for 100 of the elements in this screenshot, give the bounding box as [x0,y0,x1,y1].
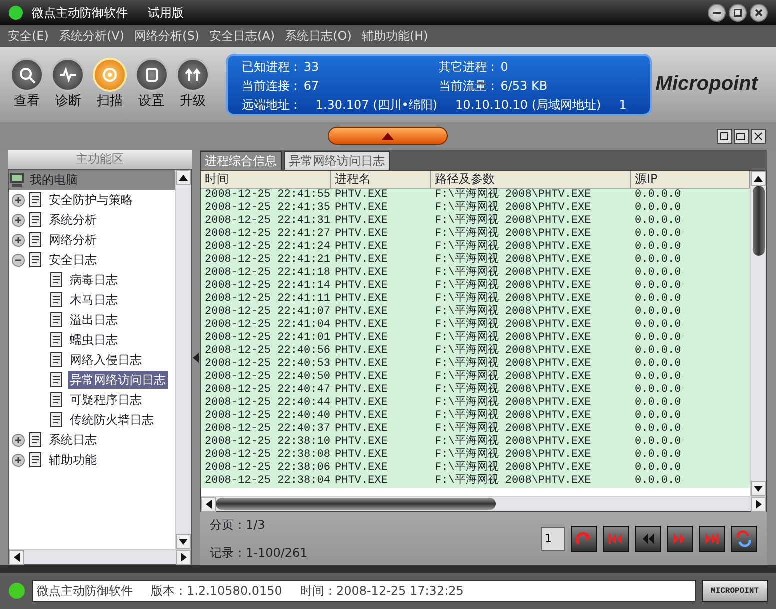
tree-item[interactable]: 异常网络访问日志 [68,371,168,389]
first-page-button[interactable] [603,526,629,552]
tree-item[interactable]: 溢出日志 [68,311,120,329]
table-cell-text: F:\平海网视 2008\PHTV.EXE [434,306,592,318]
table-cell-text: PHTV.EXE [334,371,389,384]
table-cell-text: 2008-12-25 22:41:04 [204,319,331,332]
table-cell-text: F:\平海网视 2008\PHTV.EXE [434,189,592,201]
document-icon [49,352,65,368]
column-header[interactable]: 路径及参数 [431,171,631,188]
field-value: 1.30.107 (四川•绵阳) [316,96,438,114]
table-cell-text: 0.0.0.0 [634,475,682,488]
window-title: 微点主动防御软件 [32,4,128,22]
document-icon [28,212,44,228]
table-cell-text: PHTV.EXE [334,319,389,332]
table-cell-text: 2008-12-25 22:38:10 [204,436,331,449]
table-cell-text: PHTV.EXE [334,462,389,475]
close-panel-button[interactable] [751,128,766,144]
collapse-handle[interactable] [328,127,448,145]
field-label: 已知进程 : [242,58,298,76]
table-cell-text: 0.0.0.0 [634,462,682,475]
table-cell-text: PHTV.EXE [334,189,389,202]
table-cell-text: F:\平海网视 2008\PHTV.EXE [434,215,592,227]
horizontal-scrollbar[interactable] [9,549,191,564]
tree-item[interactable]: 安全防护与策略 [47,191,135,209]
expand-toggle[interactable] [12,234,25,246]
expand-toggle[interactable] [12,434,25,446]
next-page-button[interactable] [667,526,693,552]
table-cell-text: 0.0.0.0 [634,332,682,345]
table-cell-text: F:\平海网视 2008\PHTV.EXE [434,332,592,344]
tree-item[interactable]: 可疑程序日志 [68,391,144,409]
menu-item[interactable]: 安全日志(A) [206,27,280,45]
record-count: 记录：1-100/261 [210,544,308,562]
table-cell-text: 0.0.0.0 [634,241,682,254]
menu-item[interactable]: 系统分析(V) [54,27,129,45]
table-cell-text: F:\平海网视 2008\PHTV.EXE [434,397,592,409]
maximize-button[interactable] [729,4,747,22]
table-cell-text: PHTV.EXE [334,436,389,449]
tree-item[interactable]: 传统防火墙日志 [68,411,156,429]
vertical-scrollbar[interactable] [175,170,191,549]
maximize-icon [734,8,742,16]
collapse-toggle[interactable] [12,254,25,266]
menu-item[interactable]: 网络分析(S) [130,27,204,45]
menu-item[interactable]: 辅助功能(H) [358,27,432,45]
table-cell-text: 0.0.0.0 [634,293,682,306]
table-cell-text: 0.0.0.0 [634,319,682,332]
tree-item[interactable]: 木马日志 [68,291,120,309]
tree-item[interactable]: 网络入侵日志 [68,351,144,369]
table-cell-text: PHTV.EXE [334,202,389,215]
close-button[interactable] [750,4,768,22]
close-icon [755,8,763,16]
table-cell-text: F:\平海网视 2008\PHTV.EXE [434,384,592,396]
tree-item[interactable]: 辅助功能 [47,451,99,469]
table-cell-text: F:\平海网视 2008\PHTV.EXE [434,345,592,357]
tree-item[interactable]: 病毒日志 [68,271,120,289]
panel-header: 主功能区 [8,150,192,169]
horizontal-scrollbar[interactable] [201,496,766,511]
tab[interactable]: 异常网络访问日志 [284,151,390,170]
document-icon [28,192,44,208]
window-button[interactable] [734,128,749,144]
document-icon [49,332,65,348]
table-cell-text: 2008-12-25 22:40:53 [204,358,331,371]
document-icon [49,292,65,308]
tree-item[interactable]: 系统日志 [47,431,99,449]
refresh-button[interactable] [731,526,757,552]
table-cell-text: PHTV.EXE [334,332,389,345]
logo-button[interactable]: MICROPOINT [702,580,768,602]
table-cell-text: 2008-12-25 22:38:04 [204,475,331,488]
app-name: 微点主动防御软件 [37,583,133,600]
time-text: 时间：2008-12-25 17:32:25 [300,583,464,600]
last-page-button[interactable] [699,526,725,552]
tree-item[interactable]: 系统分析 [47,211,99,229]
tree-item[interactable]: 网络分析 [47,231,99,249]
scroll-thumb[interactable] [216,498,496,510]
list-view-button[interactable] [717,128,732,144]
go-button[interactable] [571,526,597,552]
table-cell-text: 2008-12-25 22:41:35 [204,202,331,215]
table-cell-text: F:\平海网视 2008\PHTV.EXE [434,436,592,448]
field-label: 远端地址 : [242,96,298,114]
expand-toggle[interactable] [12,194,25,206]
table-cell-text: 2008-12-25 22:41:18 [204,267,331,280]
expand-toggle[interactable] [12,454,25,466]
table-cell-text: PHTV.EXE [334,241,389,254]
down-arrow-icon [754,486,763,492]
tree-item[interactable]: 蠕虫日志 [68,331,120,349]
tree-item[interactable]: 安全日志 [47,251,99,269]
previous-page-button[interactable] [635,526,661,552]
column-header[interactable]: 进程名 [331,171,431,188]
scroll-thumb[interactable] [752,186,764,256]
vertical-scrollbar[interactable] [750,171,766,496]
table-cell-text: 2008-12-25 22:41:27 [204,228,331,241]
document-icon [49,312,65,328]
table-cell-text: F:\平海网视 2008\PHTV.EXE [434,241,592,253]
menu-item[interactable]: 系统日志(O) [281,27,356,45]
table-cell-text: 0.0.0.0 [634,280,682,293]
page-input[interactable]: 1 [541,526,565,550]
minimize-button[interactable] [708,4,726,22]
expand-toggle[interactable] [12,214,25,226]
menu-item[interactable]: 安全(E) [4,27,53,45]
monitor-icon [9,172,25,188]
column-header[interactable]: 时间 [201,171,331,188]
